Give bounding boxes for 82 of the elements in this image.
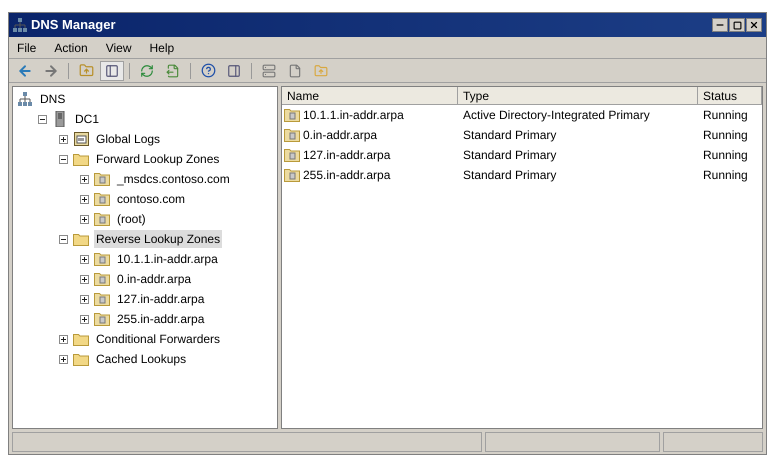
menu-item[interactable]: Action (54, 38, 88, 56)
zone-type: Standard Primary (462, 167, 558, 184)
plus-icon (81, 276, 88, 282)
zone-status: Running (702, 147, 749, 164)
column-header[interactable]: Type (458, 87, 698, 105)
plus-icon (60, 336, 67, 342)
zone-type: Standard Primary (462, 147, 558, 164)
zone-folder-icon (284, 168, 300, 182)
zone-folder-icon (94, 292, 110, 306)
expand-toggle[interactable] (80, 254, 89, 264)
menu-item[interactable]: Help (150, 38, 174, 56)
zone-status: Running (702, 107, 749, 124)
tree-item[interactable]: DC1 (73, 110, 102, 128)
close-icon (749, 20, 759, 30)
network-icon (18, 92, 32, 106)
zone-status: Running (702, 127, 749, 144)
zone-folder-icon (94, 212, 110, 226)
zone-name[interactable]: 127.in-addr.arpa (303, 146, 390, 164)
network-icon (13, 18, 27, 32)
maximize-icon (732, 20, 742, 30)
zone-name[interactable]: 255.in-addr.arpa (303, 166, 390, 184)
zone-folder-icon (94, 252, 110, 266)
expand-toggle[interactable] (59, 134, 68, 144)
menu-item[interactable]: View (106, 38, 132, 56)
log-icon (74, 132, 88, 146)
zone-folder-icon (94, 312, 110, 326)
tree-item[interactable]: Conditional Forwarders (94, 330, 222, 348)
zone-folder-icon (94, 272, 110, 286)
folder-icon (73, 232, 89, 246)
tree-item[interactable]: 0.in-addr.arpa (115, 270, 194, 288)
zone-type: Standard Primary (462, 127, 558, 144)
close-button[interactable] (746, 18, 762, 32)
zone-status: Running (702, 167, 749, 184)
expand-toggle[interactable] (80, 294, 89, 304)
zone-folder-icon (94, 172, 110, 186)
zone-name[interactable]: 0.in-addr.arpa (303, 126, 378, 144)
zone-type: Active Directory-Integrated Primary (462, 107, 651, 124)
menu-item[interactable]: File (17, 38, 36, 56)
tree-item[interactable]: Reverse Lookup Zones (94, 230, 222, 248)
expand-toggle[interactable] (59, 334, 68, 344)
plus-icon (81, 216, 88, 222)
plus-icon (81, 256, 88, 262)
tree-pane-icon[interactable] (100, 60, 124, 80)
expand-toggle[interactable] (80, 274, 89, 284)
tree-item[interactable]: Forward Lookup Zones (94, 150, 222, 168)
tree-item[interactable]: 10.1.1.in-addr.arpa (115, 250, 220, 268)
collapse-toggle[interactable] (59, 234, 68, 244)
expand-toggle[interactable] (59, 354, 68, 364)
tree-item[interactable]: 127.in-addr.arpa (115, 290, 206, 308)
column-header[interactable]: Name (282, 87, 458, 105)
tree-item[interactable]: DNS (38, 90, 68, 108)
folder-icon (73, 352, 89, 366)
expand-toggle[interactable] (80, 174, 89, 184)
zone-folder-icon (94, 192, 110, 206)
plus-icon (81, 316, 88, 322)
tree-item[interactable]: 255.in-addr.arpa (115, 310, 206, 328)
folder-icon (73, 152, 89, 166)
window-title: DNS Manager (31, 16, 117, 34)
collapse-toggle[interactable] (38, 114, 47, 124)
tree-item[interactable]: Cached Lookups (94, 350, 188, 368)
expand-toggle[interactable] (80, 194, 89, 204)
folder-icon (73, 332, 89, 346)
zone-name[interactable]: 10.1.1.in-addr.arpa (303, 106, 404, 124)
tree-item[interactable]: contoso.com (115, 190, 188, 208)
server-icon (55, 111, 65, 127)
collapse-toggle[interactable] (59, 154, 68, 164)
plus-icon (81, 176, 88, 182)
column-header[interactable]: Status (698, 87, 762, 105)
expand-toggle[interactable] (80, 314, 89, 324)
zone-folder-icon (284, 128, 300, 142)
plus-icon (60, 356, 67, 362)
maximize-button[interactable] (729, 18, 745, 32)
plus-icon (81, 296, 88, 302)
minimize-button[interactable] (712, 18, 728, 32)
tree-item[interactable]: _msdcs.contoso.com (115, 170, 232, 188)
plus-icon (60, 136, 67, 142)
expand-toggle[interactable] (80, 214, 89, 224)
tree-item[interactable]: Global Logs (94, 130, 162, 148)
zone-folder-icon (284, 148, 300, 162)
zone-folder-icon (284, 108, 300, 122)
tree-item[interactable]: (root) (115, 210, 148, 228)
plus-icon (81, 196, 88, 202)
